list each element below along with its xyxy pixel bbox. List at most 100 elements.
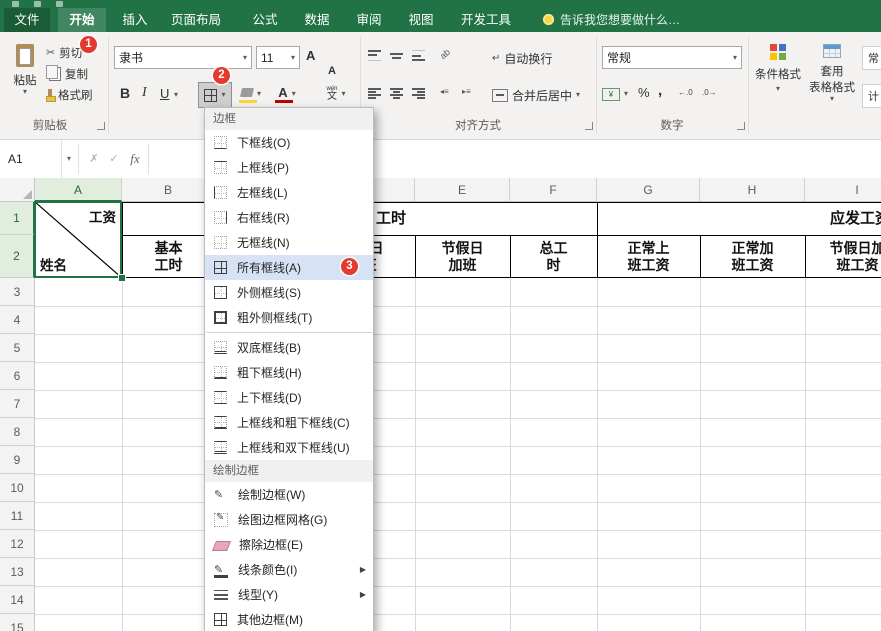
column-header-F[interactable]: F: [510, 178, 597, 202]
cell-style-preview[interactable]: 常: [862, 46, 881, 70]
align-left-button[interactable]: [368, 88, 381, 99]
column-header-I[interactable]: I: [805, 178, 881, 202]
tab-file[interactable]: 文件: [4, 8, 50, 32]
tab-developer[interactable]: 开发工具: [452, 8, 520, 32]
undo-icon[interactable]: [34, 1, 41, 7]
tab-review[interactable]: 审阅: [348, 8, 390, 32]
column-header-G[interactable]: G: [597, 178, 700, 202]
redo-icon[interactable]: [56, 1, 63, 7]
row-header-2[interactable]: 2: [0, 235, 35, 278]
menu-item-line-style[interactable]: 线型(Y)▶: [205, 582, 373, 607]
menu-item-border-thick-outside[interactable]: 粗外侧框线(T): [205, 305, 373, 330]
currency-format-button[interactable]: ¥ ▾: [602, 84, 628, 104]
menu-item-border-none[interactable]: 无框线(N): [205, 230, 373, 255]
menu-item-border-left[interactable]: 左框线(L): [205, 180, 373, 205]
row-header-9[interactable]: 9: [0, 446, 35, 474]
row-header-3[interactable]: 3: [0, 278, 35, 306]
menu-item-draw-border-grid[interactable]: 绘图边框网格(G): [205, 507, 373, 532]
menu-item-border-top[interactable]: 上框线(P): [205, 155, 373, 180]
row-header-12[interactable]: 12: [0, 530, 35, 558]
row-header-5[interactable]: 5: [0, 334, 35, 362]
align-center-button[interactable]: [390, 88, 403, 99]
merge-center-button[interactable]: 合并后居中 ▾: [492, 84, 580, 106]
wrap-text-button[interactable]: ↵ 自动换行: [492, 48, 552, 68]
row-header-7[interactable]: 7: [0, 390, 35, 418]
clipboard-dialog-launcher-icon[interactable]: [97, 122, 105, 130]
align-bottom-button[interactable]: [412, 50, 425, 61]
alignment-dialog-launcher-icon[interactable]: [585, 122, 593, 130]
menu-item-draw-border[interactable]: 绘制边框(W): [205, 482, 373, 507]
row-header-1[interactable]: 1: [0, 202, 35, 235]
increase-indent-button[interactable]: ▸≡: [462, 87, 471, 96]
menu-item-erase-border[interactable]: 擦除边框(E): [205, 532, 373, 557]
menu-item-border-right[interactable]: 右框线(R): [205, 205, 373, 230]
row-header-15[interactable]: 15: [0, 614, 35, 631]
tab-home[interactable]: 开始: [58, 8, 106, 32]
menu-item-border-double-bottom[interactable]: 双底框线(B): [205, 335, 373, 360]
tab-insert[interactable]: 插入: [114, 8, 156, 32]
tab-formulas[interactable]: 公式: [244, 8, 286, 32]
row-header-13[interactable]: 13: [0, 558, 35, 586]
cell-e2[interactable]: 节假日 加班: [415, 235, 510, 278]
fill-color-button[interactable]: ▾: [236, 82, 266, 106]
save-icon[interactable]: [12, 1, 19, 7]
copy-button[interactable]: 复制: [46, 65, 88, 83]
conditional-formatting-button[interactable]: 条件格式 ▾: [752, 44, 804, 93]
increase-decimal-button[interactable]: ←.0: [678, 88, 693, 97]
cell-f2[interactable]: 总工 时: [510, 235, 597, 278]
cell-i2[interactable]: 节假日加 班工资: [805, 235, 881, 278]
menu-item-border-top-bottom[interactable]: 上下框线(D): [205, 385, 373, 410]
font-size-combo[interactable]: 11▾: [256, 46, 300, 69]
format-as-table-button[interactable]: 套用 表格格式 ▾: [806, 44, 858, 103]
percent-style-button[interactable]: %: [638, 85, 650, 100]
row-header-11[interactable]: 11: [0, 502, 35, 530]
column-header-H[interactable]: H: [700, 178, 805, 202]
decrease-indent-button[interactable]: ◂≡: [440, 87, 449, 96]
enter-icon[interactable]: ✓: [106, 140, 122, 178]
underline-button[interactable]: U: [160, 86, 169, 101]
align-top-button[interactable]: [368, 50, 381, 61]
menu-item-border-top-thick-bottom[interactable]: 上框线和粗下框线(C): [205, 410, 373, 435]
bold-button[interactable]: B: [120, 85, 130, 101]
format-painter-button[interactable]: 格式刷: [46, 86, 93, 104]
phonetic-guide-button[interactable]: wén文 ▾: [320, 82, 352, 106]
align-middle-button[interactable]: [390, 50, 403, 61]
tab-view[interactable]: 视图: [400, 8, 442, 32]
tab-data[interactable]: 数据: [296, 8, 338, 32]
cell-h2[interactable]: 正常加 班工资: [700, 235, 805, 278]
cell-g2[interactable]: 正常上 班工资: [597, 235, 700, 278]
row-header-8[interactable]: 8: [0, 418, 35, 446]
menu-item-border-bottom[interactable]: 下框线(O): [205, 130, 373, 155]
menu-item-border-thick-bottom[interactable]: 粗下框线(H): [205, 360, 373, 385]
tab-page-layout[interactable]: 页面布局: [162, 8, 230, 32]
tell-me-box[interactable]: 告诉我您想要做什么…: [560, 8, 680, 32]
cell-style-preview[interactable]: 计: [862, 84, 881, 108]
font-color-button[interactable]: A ▾: [272, 82, 302, 106]
comma-style-button[interactable]: ,: [658, 82, 662, 99]
column-header-B[interactable]: B: [122, 178, 215, 202]
menu-item-more-borders[interactable]: 其他边框(M): [205, 607, 373, 631]
menu-item-border-outside[interactable]: 外侧框线(S): [205, 280, 373, 305]
column-header-E[interactable]: E: [415, 178, 510, 202]
cell-hours-header[interactable]: 工时: [376, 202, 406, 235]
align-right-button[interactable]: [412, 88, 425, 99]
font-name-combo[interactable]: 隶书▾: [114, 46, 252, 69]
row-header-10[interactable]: 10: [0, 474, 35, 502]
menu-item-line-color[interactable]: 线条颜色(I)▶: [205, 557, 373, 582]
insert-function-icon[interactable]: fx: [126, 140, 144, 178]
number-dialog-launcher-icon[interactable]: [737, 122, 745, 130]
name-box[interactable]: A1: [0, 140, 62, 178]
menu-item-border-top-double-bottom[interactable]: 上框线和双下框线(U): [205, 435, 373, 460]
decrease-decimal-button[interactable]: .0→: [702, 88, 717, 97]
select-all-corner[interactable]: [0, 178, 35, 202]
borders-button[interactable]: ▾: [198, 82, 232, 108]
row-header-4[interactable]: 4: [0, 306, 35, 334]
column-header-A[interactable]: A: [35, 178, 122, 202]
italic-button[interactable]: I: [142, 85, 147, 101]
cut-button[interactable]: ✂ 剪切: [46, 44, 82, 62]
row-header-6[interactable]: 6: [0, 362, 35, 390]
number-format-combo[interactable]: 常规▾: [602, 46, 742, 69]
name-box-dropdown-icon[interactable]: ▾: [62, 140, 76, 178]
cell-b2[interactable]: 基本 工时: [122, 235, 215, 278]
cell-pay-header[interactable]: 应发工资: [830, 202, 881, 235]
